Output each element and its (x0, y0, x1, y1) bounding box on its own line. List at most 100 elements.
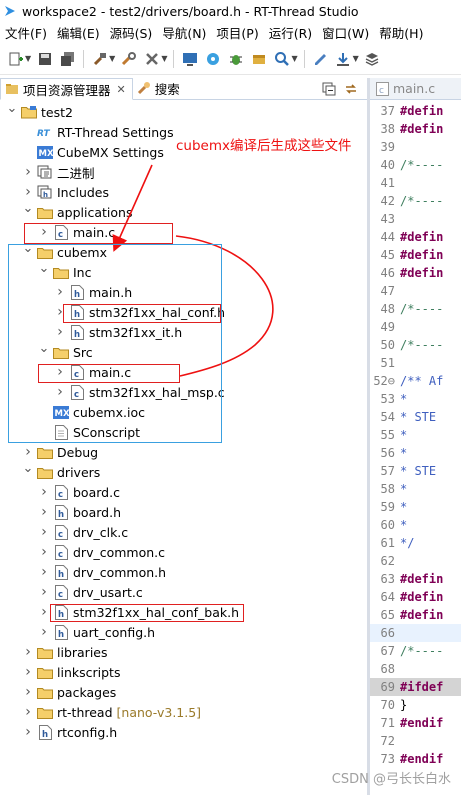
menu-project[interactable]: 项目(P) (211, 23, 263, 42)
tree-item[interactable]: › c drv_usart.c (38, 582, 143, 602)
chevron-down-icon[interactable]: ⌄ (6, 101, 18, 116)
bug-icon[interactable] (227, 50, 244, 67)
tree-item[interactable]: › h Includes (22, 182, 109, 202)
new-icon[interactable] (7, 50, 24, 67)
build-dropdown-icon[interactable]: ▼ (109, 54, 115, 63)
code-line[interactable]: 70} (370, 696, 461, 714)
chevron-right-icon[interactable]: › (38, 484, 50, 500)
search-icon[interactable] (273, 50, 290, 67)
collapse-all-icon[interactable] (321, 81, 337, 97)
code-line[interactable]: 48 /*---- (370, 300, 461, 318)
chevron-right-icon[interactable]: › (38, 504, 50, 520)
chevron-right-icon[interactable]: › (38, 524, 50, 540)
tree-item[interactable]: RT RT-Thread Settings (22, 122, 174, 142)
code-line[interactable]: 71 #endif (370, 714, 461, 732)
sdk-manager-icon[interactable] (204, 50, 221, 67)
menu-file[interactable]: 文件(F) (0, 23, 52, 42)
code-line[interactable]: 73 #endif (370, 750, 461, 768)
close-icon[interactable]: ✕ (117, 83, 126, 96)
chevron-right-icon[interactable]: › (22, 164, 34, 180)
code-line[interactable]: 59 * (370, 498, 461, 516)
code-line[interactable]: 51 (370, 354, 461, 372)
tree-item[interactable]: ⌄ drivers (22, 461, 101, 482)
code-line[interactable]: 58 * (370, 480, 461, 498)
chevron-right-icon[interactable]: › (22, 724, 34, 740)
menu-run[interactable]: 运行(R) (264, 23, 317, 42)
tree-item[interactable]: › c board.c (38, 482, 120, 502)
chevron-right-icon[interactable]: › (38, 624, 50, 640)
menu-edit[interactable]: 编辑(E) (52, 23, 105, 42)
tree-item[interactable]: › h rtconfig.h (22, 722, 117, 742)
code-line[interactable]: 64 #defin (370, 588, 461, 606)
chevron-right-icon[interactable]: › (38, 564, 50, 580)
chevron-right-icon[interactable]: › (22, 664, 34, 680)
code-line[interactable]: 45 #defin (370, 246, 461, 264)
code-line[interactable]: 61 */ (370, 534, 461, 552)
code-line[interactable]: 53 * (370, 390, 461, 408)
code-line[interactable]: 60 * (370, 516, 461, 534)
link-with-editor-icon[interactable] (343, 81, 359, 97)
code-line[interactable]: 57 * STE (370, 462, 461, 480)
code-line[interactable]: 49 (370, 318, 461, 336)
tools-dropdown-icon[interactable]: ▼ (161, 54, 167, 63)
code-line[interactable]: 55 * (370, 426, 461, 444)
tools-icon[interactable] (143, 50, 160, 67)
chevron-right-icon[interactable]: › (22, 184, 34, 200)
tab-project-explorer[interactable]: 项目资源管理器 ✕ (0, 78, 133, 100)
save-icon[interactable] (36, 50, 53, 67)
tree-item[interactable]: › h board.h (38, 502, 121, 522)
code-line[interactable]: 67 /*---- (370, 642, 461, 660)
layers-icon[interactable] (364, 50, 381, 67)
tree-item[interactable]: › c drv_common.c (38, 542, 165, 562)
code-line[interactable]: 38 #defin (370, 120, 461, 138)
tree-item[interactable]: ⌄ test2 (6, 101, 73, 122)
code-line[interactable]: 56 * (370, 444, 461, 462)
chevron-down-icon[interactable]: ⌄ (22, 201, 34, 216)
tree-item[interactable]: › c drv_clk.c (38, 522, 128, 542)
menu-source[interactable]: 源码(S) (105, 23, 158, 42)
tree-item[interactable]: › 二进制 (22, 162, 94, 182)
tree-item[interactable]: › Debug (22, 442, 98, 462)
chevron-right-icon[interactable]: › (38, 544, 50, 560)
chevron-right-icon[interactable]: › (22, 684, 34, 700)
code-line[interactable]: 62 (370, 552, 461, 570)
package-icon[interactable] (250, 50, 267, 67)
tree-item[interactable]: › h drv_common.h (38, 562, 166, 582)
tab-search[interactable]: 搜索 (133, 77, 186, 99)
chevron-right-icon[interactable]: › (38, 604, 50, 620)
debug-config-icon[interactable] (120, 50, 137, 67)
save-all-icon[interactable] (59, 50, 76, 67)
code-line[interactable]: 44 #defin (370, 228, 461, 246)
tree-item[interactable]: › libraries (22, 642, 107, 662)
code-line[interactable]: 47 (370, 282, 461, 300)
new-dropdown-icon[interactable]: ▼ (25, 54, 31, 63)
download-dropdown-icon[interactable]: ▼ (353, 54, 359, 63)
code-line[interactable]: 68 (370, 660, 461, 678)
tree-item[interactable]: › h uart_config.h (38, 622, 155, 642)
code-line[interactable]: 66 (370, 624, 461, 642)
code-line[interactable]: 43 (370, 210, 461, 228)
code-line[interactable]: 42 /*---- (370, 192, 461, 210)
tree-item[interactable]: MX CubeMX Settings (22, 142, 164, 162)
chevron-down-icon[interactable]: ⌄ (22, 461, 34, 476)
chevron-right-icon[interactable]: › (22, 444, 34, 460)
code-line[interactable]: 52⊖ /** Af (370, 372, 461, 390)
code-line[interactable]: 65 #defin (370, 606, 461, 624)
search-dropdown-icon[interactable]: ▼ (291, 54, 297, 63)
tree-item[interactable]: › rt-thread [nano-v3.1.5] (22, 702, 201, 722)
code-line[interactable]: 69 #ifdef (370, 678, 461, 696)
tree-item[interactable]: ⌄ applications (22, 201, 133, 222)
download-icon[interactable] (335, 50, 352, 67)
chevron-right-icon[interactable]: › (22, 644, 34, 660)
editor-tab-main-c[interactable]: c main.c (370, 78, 461, 100)
code-line[interactable]: 46 #defin (370, 264, 461, 282)
code-line[interactable]: 37 #defin (370, 102, 461, 120)
chevron-right-icon[interactable]: › (38, 584, 50, 600)
tree-item[interactable]: › linkscripts (22, 662, 120, 682)
tree-item[interactable]: › packages (22, 682, 116, 702)
menu-window[interactable]: 窗口(W) (317, 23, 374, 42)
code-line[interactable]: 39 (370, 138, 461, 156)
code-line[interactable]: 72 (370, 732, 461, 750)
settings-icon[interactable] (312, 50, 329, 67)
code-line[interactable]: 54 * STE (370, 408, 461, 426)
